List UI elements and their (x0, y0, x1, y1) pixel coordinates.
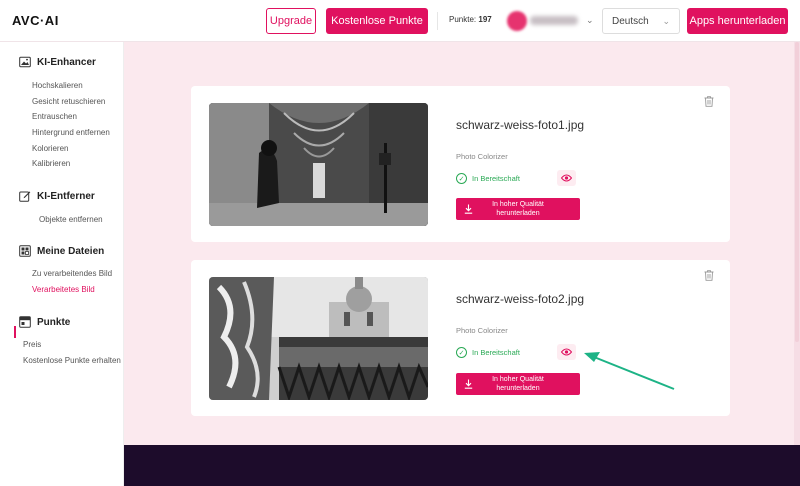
preview-button[interactable] (557, 170, 576, 186)
section-title: Meine Dateien (37, 245, 105, 257)
trash-icon[interactable] (704, 270, 714, 281)
section-title: KI-Entferner (37, 190, 95, 202)
edit-icon (19, 191, 31, 202)
eye-icon (561, 348, 572, 356)
language-select[interactable]: Deutsch ⌄ (602, 8, 680, 34)
download-label-line2: herunterladen (496, 210, 540, 217)
status-text: In Bereitschaft (472, 174, 520, 183)
points-display: Punkte: 197 (449, 15, 492, 24)
sidebar-item-kalibrieren[interactable]: Kalibrieren (32, 159, 70, 168)
file-thumbnail[interactable] (209, 277, 428, 400)
points-label: Punkte: (449, 15, 477, 24)
file-card: schwarz-weiss-foto1.jpg Photo Colorizer … (191, 86, 730, 242)
eye-icon (561, 174, 572, 182)
section-title: Punkte (37, 316, 71, 328)
download-hq-button[interactable]: In hoher Qualität herunterladen (456, 198, 580, 220)
status-badge: ✓ In Bereitschaft (456, 173, 520, 184)
sidebar-item-hintergrund[interactable]: Hintergrund entfernen (32, 128, 110, 137)
download-label-line2: herunterladen (496, 385, 540, 392)
image-enhance-icon (19, 56, 31, 68)
username-redacted[interactable] (530, 16, 578, 25)
chevron-down-icon: ⌄ (662, 16, 670, 26)
sidebar-item-hochskalieren[interactable]: Hochskalieren (32, 81, 83, 90)
file-thumbnail[interactable] (209, 103, 428, 226)
sidebar-section-ki-entferner[interactable]: KI-Entferner (19, 190, 95, 202)
active-indicator (14, 326, 16, 338)
file-card: schwarz-weiss-foto2.jpg Photo Colorizer … (191, 260, 730, 416)
download-label-line1: In hoher Qualität (492, 376, 544, 383)
scrollbar-thumb[interactable] (795, 42, 799, 342)
sidebar-item-verarbeitetes-bild[interactable]: Verarbeitetes Bild (32, 285, 95, 294)
avatar[interactable] (507, 11, 527, 31)
photo-market (209, 277, 428, 400)
sidebar-item-entrauschen[interactable]: Entrauschen (32, 112, 77, 121)
points-value: 197 (478, 15, 492, 24)
photo-arcade (209, 103, 428, 226)
files-icon (19, 245, 31, 257)
points-icon (19, 316, 31, 328)
sidebar-section-ki-enhancer[interactable]: KI-Enhancer (19, 56, 96, 68)
free-points-button[interactable]: Kostenlose Punkte (326, 8, 428, 34)
sidebar-item-zu-verarbeitendes-bild[interactable]: Zu verarbeitendes Bild (32, 269, 112, 278)
section-title: KI-Enhancer (37, 56, 96, 68)
header-divider (437, 12, 438, 30)
trash-icon[interactable] (704, 96, 714, 107)
download-icon (464, 379, 473, 389)
download-label-line1: In hoher Qualität (492, 201, 544, 208)
tool-name: Photo Colorizer (456, 152, 508, 161)
sidebar-item-kolorieren[interactable]: Kolorieren (32, 144, 68, 153)
preview-button[interactable] (557, 344, 576, 360)
upgrade-button[interactable]: Upgrade (266, 8, 316, 34)
sidebar-item-preis[interactable]: Preis (23, 340, 41, 349)
status-badge: ✓ In Bereitschaft (456, 347, 520, 358)
sidebar: KI-Enhancer Hochskalieren Gesicht retusc… (0, 42, 124, 486)
file-name: schwarz-weiss-foto1.jpg (456, 118, 585, 132)
sidebar-section-punkte[interactable]: Punkte (19, 316, 70, 328)
top-header: AVC·AI Upgrade Kostenlose Punkte Punkte:… (0, 0, 800, 42)
check-circle-icon: ✓ (456, 347, 467, 358)
app-logo[interactable]: AVC·AI (12, 13, 59, 28)
download-hq-button[interactable]: In hoher Qualität herunterladen (456, 373, 580, 395)
sidebar-item-objekte-entfernen[interactable]: Objekte entfernen (39, 215, 103, 224)
download-apps-button[interactable]: Apps herunterladen (687, 8, 788, 34)
check-circle-icon: ✓ (456, 173, 467, 184)
footer (124, 445, 800, 486)
sidebar-section-meine-dateien[interactable]: Meine Dateien (19, 245, 104, 257)
status-text: In Bereitschaft (472, 348, 520, 357)
file-name: schwarz-weiss-foto2.jpg (456, 292, 585, 306)
language-value: Deutsch (612, 15, 649, 27)
sidebar-item-gesicht[interactable]: Gesicht retuschieren (32, 97, 105, 106)
download-icon (464, 204, 473, 214)
tool-name: Photo Colorizer (456, 326, 508, 335)
chevron-down-icon[interactable]: ⌄ (586, 15, 594, 26)
sidebar-item-kostenlose-punkte[interactable]: Kostenlose Punkte erhalten (23, 356, 121, 365)
